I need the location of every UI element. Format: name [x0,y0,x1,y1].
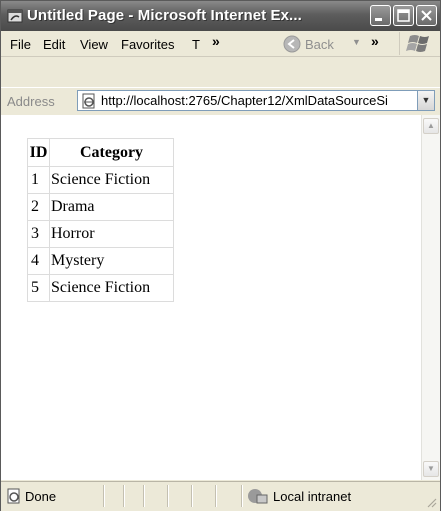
scroll-up-icon[interactable]: ▲ [423,118,439,134]
menu-overflow-chevron-icon[interactable]: » [212,33,220,49]
table-cell-id: 5 [27,274,50,302]
table-header-row: ID Category [27,138,174,167]
table-row: 5 Science Fiction [27,274,174,302]
table-row: 2 Drama [27,193,174,221]
page-status-icon [7,488,20,504]
status-divider [123,485,125,507]
close-icon [421,10,432,21]
table-cell-category: Science Fiction [49,166,174,194]
address-label: Address [7,94,55,109]
menu-tools[interactable]: T [192,37,200,52]
table-cell-id: 2 [27,193,50,221]
table-cell-id: 4 [27,247,50,275]
table-cell-category: Science Fiction [49,274,174,302]
toolbar-overflow-chevron-icon[interactable]: » [371,33,379,49]
menu-view[interactable]: View [80,37,108,52]
status-divider [103,485,105,507]
table-row: 3 Horror [27,220,174,248]
maximize-icon [397,9,410,22]
status-divider [241,485,243,507]
column-header-id: ID [27,138,50,167]
back-dropdown-icon[interactable]: ▼ [352,37,361,47]
intranet-zone-icon [248,489,268,504]
address-input[interactable]: http://localhost:2765/Chapter12/XmlDataS… [77,90,435,111]
status-bar: Done Local intranet [1,481,440,511]
browser-window: Untitled Page - Microsoft Internet Ex...… [0,0,441,511]
table-cell-category: Horror [49,220,174,248]
close-button[interactable] [416,5,437,26]
table-cell-id: 3 [27,220,50,248]
menu-favorites[interactable]: Favorites [121,37,174,52]
windows-logo [399,32,440,55]
table-row: 4 Mystery [27,247,174,275]
scroll-down-icon[interactable]: ▼ [423,461,439,477]
status-divider [215,485,217,507]
status-text: Done [25,489,57,504]
menu-bar: File Edit View Favorites T » Back ▼ » [1,31,440,57]
menu-file[interactable]: File [10,37,31,52]
table-cell-id: 1 [27,166,50,194]
vertical-scrollbar[interactable]: ▲ ▼ [421,115,440,480]
ie-app-icon [7,9,23,23]
menu-edit[interactable]: Edit [43,37,65,52]
status-divider [167,485,169,507]
window-title: Untitled Page - Microsoft Internet Ex... [27,7,302,24]
table-cell-category: Mystery [49,247,174,275]
security-zone-text: Local intranet [273,489,352,504]
table-cell-category: Drama [49,193,174,221]
maximize-button[interactable] [393,5,414,26]
back-arrow-icon [283,35,301,53]
resize-grip-icon[interactable] [425,496,437,508]
windows-flag-icon [406,35,429,52]
address-bar: Address http://localhost:2765/Chapter12/… [1,87,440,116]
address-dropdown-icon[interactable]: ▼ [417,91,434,110]
url-text[interactable]: http://localhost:2765/Chapter12/XmlDataS… [101,93,415,108]
minimize-icon [375,18,382,21]
category-table: ID Category 1 Science Fiction 2 Drama 3 … [27,138,174,302]
minimize-button[interactable] [370,5,391,26]
ie-page-icon [82,93,95,109]
status-divider [143,485,145,507]
table-row: 1 Science Fiction [27,166,174,194]
page-content: ID Category 1 Science Fiction 2 Drama 3 … [1,115,421,480]
column-header-category: Category [49,138,174,167]
title-bar[interactable]: Untitled Page - Microsoft Internet Ex... [1,1,440,31]
back-label: Back [305,37,334,52]
status-divider [191,485,193,507]
